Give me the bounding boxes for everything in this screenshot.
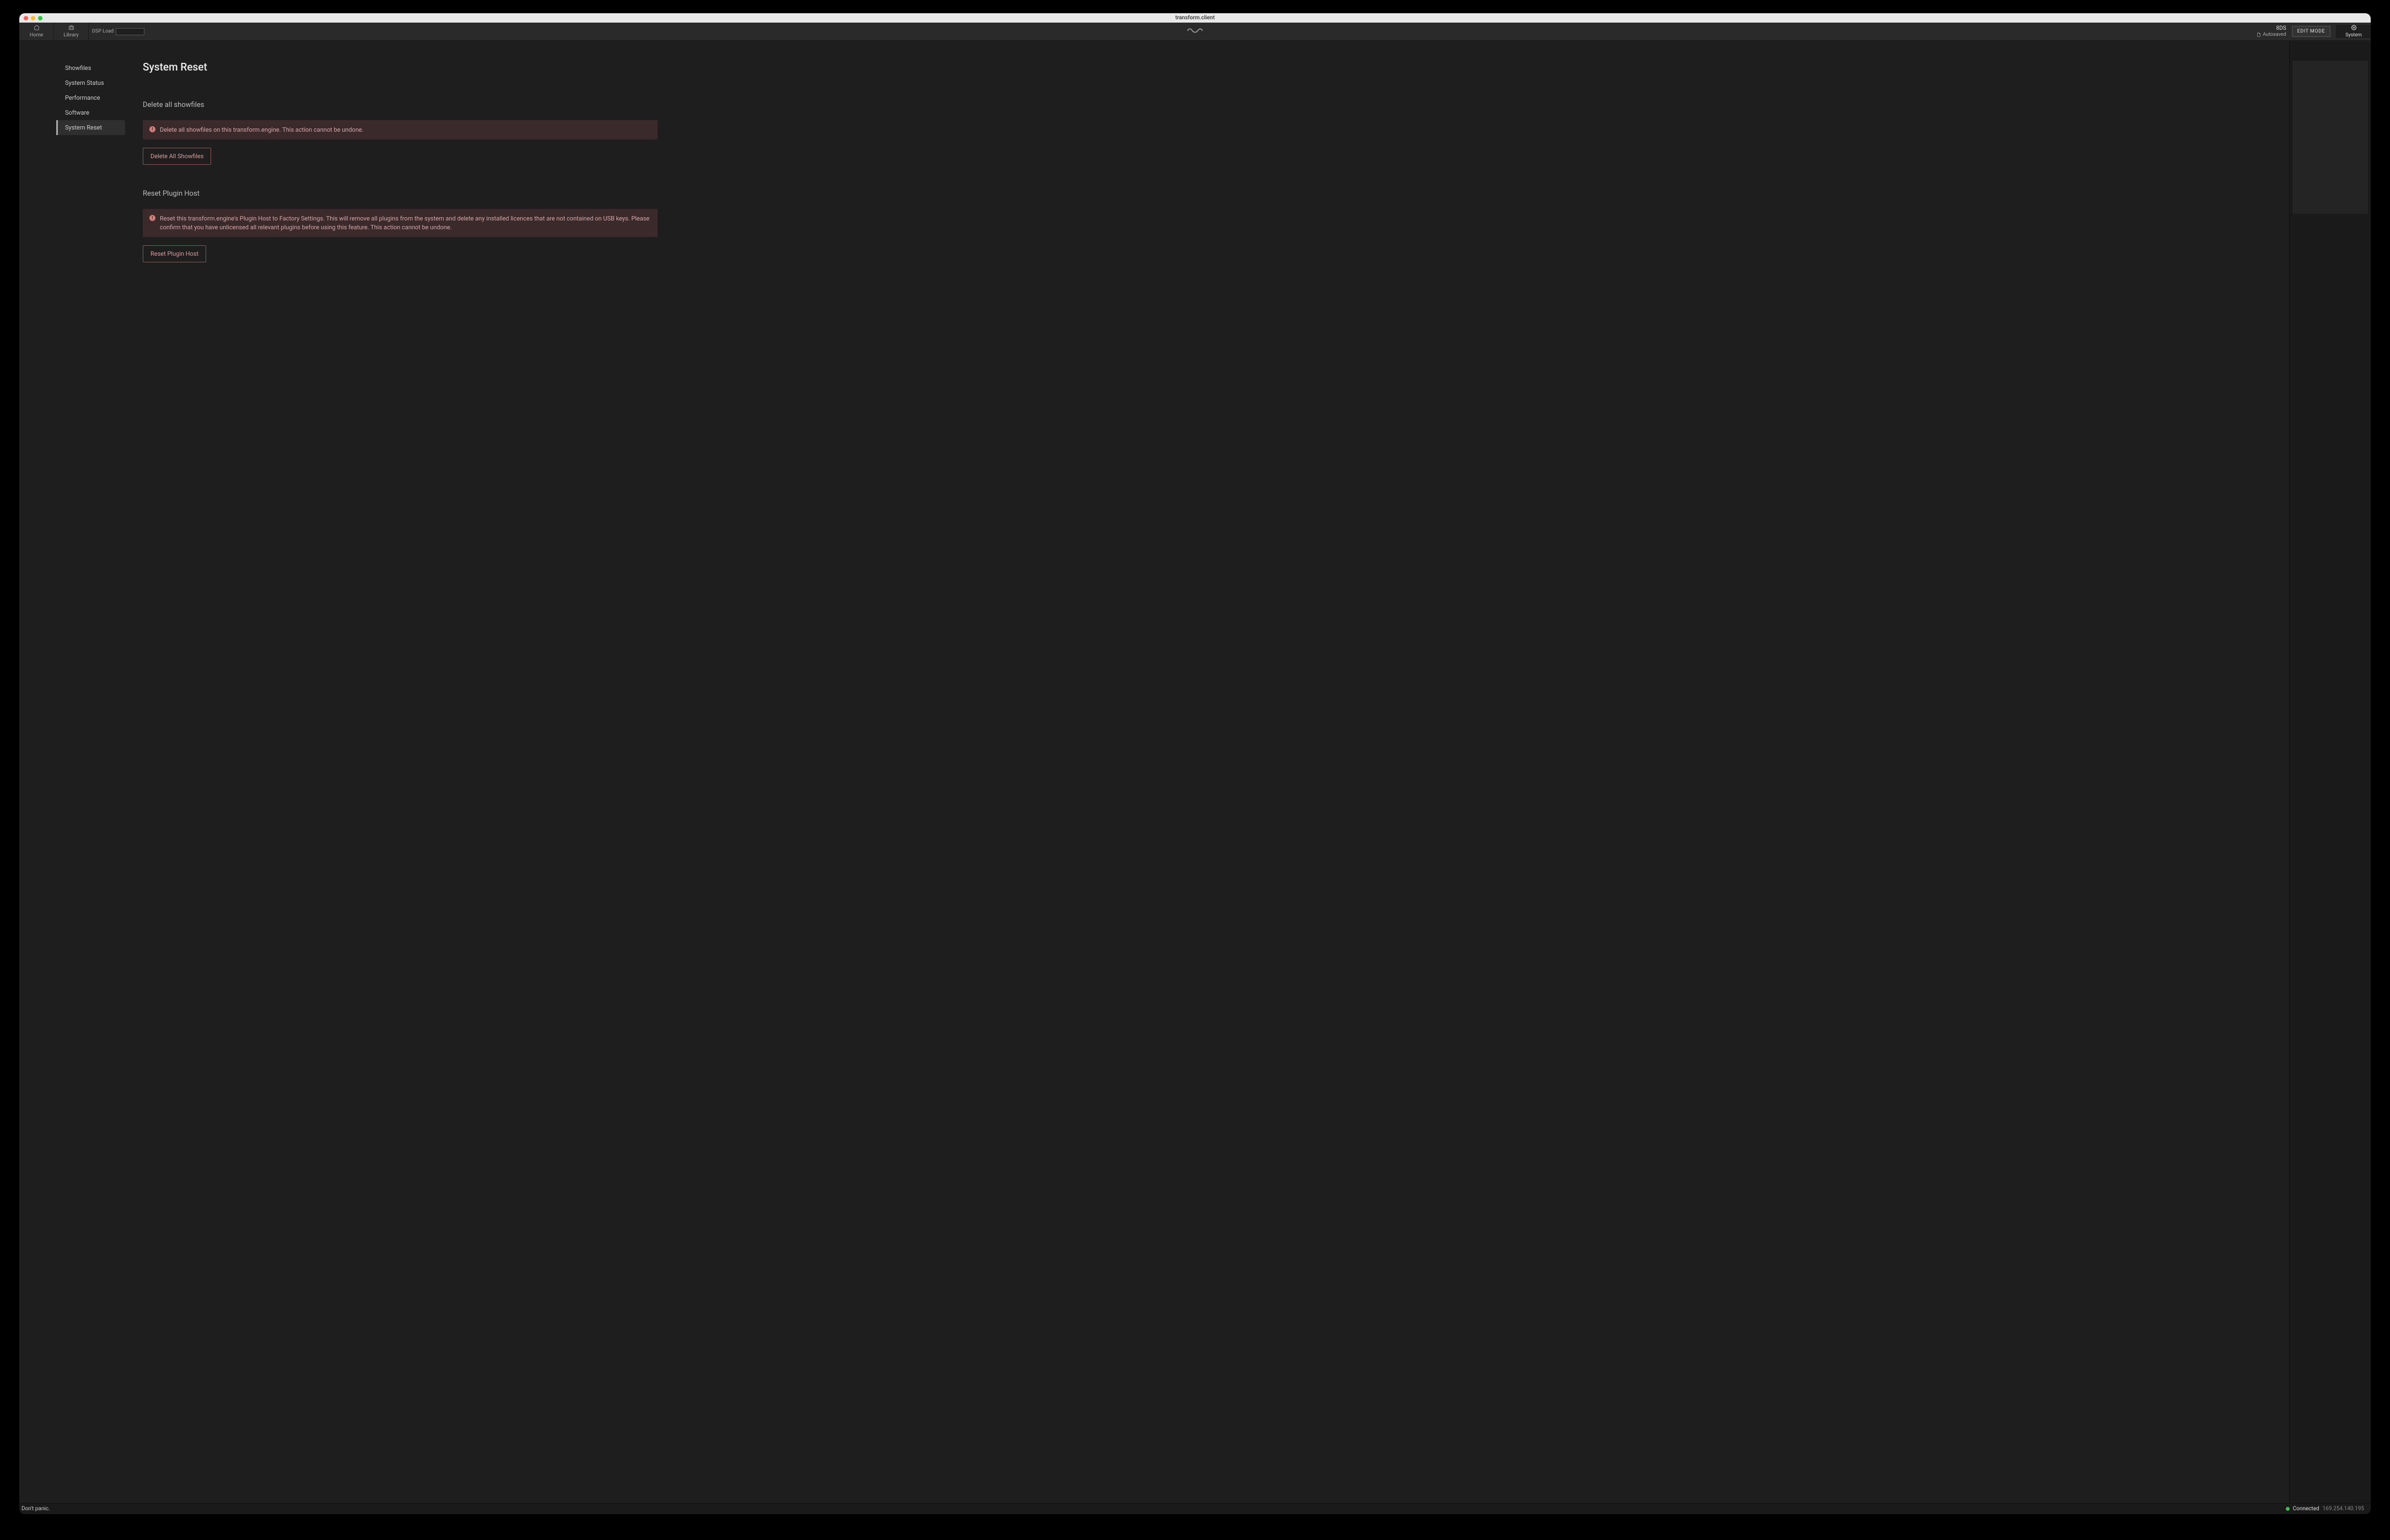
status-code: 8DS: [2257, 25, 2286, 32]
tab-system[interactable]: System: [2336, 25, 2371, 38]
content-wrap: Showfiles System Status Performance Soft…: [19, 41, 2289, 1503]
tab-home[interactable]: Home: [19, 23, 54, 40]
sidebar-item-showfiles[interactable]: Showfiles: [56, 61, 125, 76]
window-maximize-button[interactable]: [38, 16, 42, 20]
dsp-load-label: DSP Load: [92, 29, 114, 34]
window-minimize-button[interactable]: [31, 16, 35, 20]
edit-mode-button[interactable]: EDIT MODE: [2292, 26, 2330, 37]
reset-plugin-host-button[interactable]: Reset Plugin Host: [143, 245, 206, 262]
sidebar-item-system-status[interactable]: System Status: [56, 76, 125, 90]
titlebar: transform.client: [19, 13, 2371, 23]
briefcase-icon: [68, 25, 74, 32]
page-title: System Reset: [143, 61, 658, 73]
gear-icon: [2351, 25, 2357, 32]
dsp-load-meter: [116, 28, 144, 35]
right-panel: [2289, 41, 2371, 1503]
right-panel-placeholder: [2292, 61, 2368, 214]
sidebar-item-performance[interactable]: Performance: [56, 90, 125, 105]
tab-library[interactable]: Library: [54, 23, 89, 40]
topbar-right: 8DS Autosaved EDIT MODE System: [2257, 23, 2371, 40]
footer-connection: Connected 169.254.140.195: [2286, 1506, 2364, 1512]
warning-reset-plugin-host-text: Reset this transform.engine's Plugin Hos…: [160, 214, 651, 231]
app-window: transform.client Home Library DSP Load: [19, 13, 2371, 1514]
sidebar-item-system-reset[interactable]: System Reset: [56, 120, 125, 135]
warning-delete-showfiles-text: Delete all showfiles on this transform.e…: [160, 126, 364, 134]
section-delete-showfiles-heading: Delete all showfiles: [143, 101, 658, 109]
warning-icon: !: [149, 215, 155, 221]
dsp-load-section: DSP Load: [89, 23, 148, 40]
sidebar-item-software[interactable]: Software: [56, 105, 125, 120]
app-logo: [1186, 26, 1204, 37]
section-reset-plugin-host-heading: Reset Plugin Host: [143, 190, 658, 198]
tab-home-label: Home: [30, 33, 43, 38]
page-content: System Reset Delete all showfiles ! Dele…: [125, 41, 675, 1503]
delete-all-showfiles-button[interactable]: Delete All Showfiles: [143, 148, 211, 165]
home-icon: [34, 25, 40, 32]
autosaved-label: Autosaved: [2263, 32, 2286, 38]
topbar: Home Library DSP Load 8DS Autosaved: [19, 23, 2371, 41]
traffic-lights: [24, 16, 42, 20]
document-icon: [2257, 33, 2261, 37]
status-block: 8DS Autosaved: [2257, 25, 2286, 38]
sidebar: Showfiles System Status Performance Soft…: [19, 41, 125, 1503]
tab-library-label: Library: [63, 33, 78, 38]
connected-label: Connected: [2293, 1506, 2319, 1512]
window-title: transform.client: [1175, 15, 1215, 21]
warning-icon: !: [149, 126, 155, 132]
autosaved-status: Autosaved: [2257, 32, 2286, 38]
connection-status-dot: [2286, 1507, 2290, 1511]
footer: Don't panic. Connected 169.254.140.195: [19, 1503, 2371, 1514]
main-area: Showfiles System Status Performance Soft…: [19, 41, 2371, 1503]
tab-system-label: System: [2345, 33, 2362, 38]
ip-address: 169.254.140.195: [2323, 1506, 2364, 1512]
footer-message: Don't panic.: [21, 1506, 50, 1512]
warning-delete-showfiles: ! Delete all showfiles on this transform…: [143, 120, 658, 139]
warning-reset-plugin-host: ! Reset this transform.engine's Plugin H…: [143, 209, 658, 237]
window-close-button[interactable]: [24, 16, 28, 20]
